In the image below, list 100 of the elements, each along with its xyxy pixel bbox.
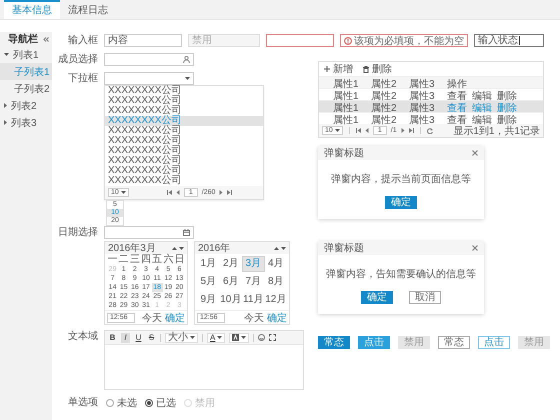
action-link[interactable]: 删除 (497, 113, 517, 127)
input-field[interactable]: 输入状态 (474, 34, 544, 47)
radio-option[interactable]: 已选 (145, 396, 176, 410)
month-cell[interactable]: 11月 (242, 292, 264, 308)
fullscreen-icon[interactable] (269, 334, 276, 341)
table-row[interactable]: 属性1 属性2 属性3 查看 编辑 删除 (319, 100, 543, 112)
table-cell-text: 属性2 (371, 114, 398, 126)
first-page-icon[interactable] (356, 128, 361, 133)
action-button[interactable]: 常态 (438, 336, 470, 349)
bold-button[interactable]: B (108, 332, 117, 342)
dropdown-option[interactable]: XXXXXXXX公司 (105, 96, 263, 106)
field-label: 输入框 (67, 34, 98, 47)
font-color-button[interactable]: A (207, 332, 226, 342)
previous-page-icon[interactable] (176, 190, 180, 195)
dialog-button[interactable]: 取消 (409, 291, 441, 304)
dropdown-option[interactable]: XXXXXXXX公司 (105, 126, 263, 136)
today-link[interactable]: 今天 (142, 310, 162, 324)
underline-button[interactable]: U (134, 332, 143, 342)
caret-up-icon[interactable] (172, 246, 177, 250)
close-icon[interactable] (472, 150, 478, 156)
tab[interactable]: 基本信息 (4, 0, 60, 19)
field-label: 单选项 (67, 396, 98, 409)
month-cell[interactable]: 12月 (264, 292, 287, 308)
action-link[interactable]: 删除 (497, 89, 517, 103)
dropdown-option[interactable]: XXXXXXXX公司 (105, 106, 263, 116)
weekday-label: 一 (107, 254, 118, 265)
tab[interactable]: 流程日志 (60, 0, 116, 19)
dialog-message: 弹窗内容，提示当前页面信息等 (330, 172, 472, 187)
caret-down-icon (217, 336, 222, 339)
previous-page-icon[interactable] (364, 128, 369, 133)
column-header: 操作 (447, 78, 468, 90)
radio-option[interactable]: 未选 (106, 396, 137, 410)
month-cell[interactable]: 2月 (220, 256, 242, 272)
action-link[interactable]: 查看 (447, 89, 467, 103)
table-cell-text: 属性2 (371, 102, 398, 114)
month-cell[interactable]: 8月 (264, 274, 287, 290)
dialog-button[interactable]: 确定 (385, 196, 417, 209)
sidebar-item[interactable]: 列表2 (0, 97, 52, 114)
caret-down-icon (241, 336, 246, 339)
month-cell[interactable]: 9月 (197, 292, 220, 308)
strike-button[interactable]: S (147, 332, 156, 342)
date-field[interactable] (104, 226, 194, 239)
delete-button[interactable]: 删除 (363, 62, 392, 76)
sidebar-item[interactable]: 子列表2 (0, 80, 52, 97)
radio-option: 禁用 (184, 396, 215, 410)
collapse-icon[interactable] (43, 36, 49, 42)
dropdown-option[interactable]: XXXXXXXX公司 (105, 176, 263, 186)
first-page-icon[interactable] (166, 190, 172, 195)
dropdown-option[interactable]: XXXXXXXX公司 (105, 86, 263, 96)
action-link[interactable]: 编辑 (472, 113, 492, 127)
month-cell[interactable]: 5月 (197, 274, 220, 290)
weekday-label: 四 (140, 254, 152, 265)
warning-icon (344, 36, 352, 44)
sidebar-title: 导航栏 (8, 32, 38, 46)
caret-up-icon[interactable] (274, 246, 279, 250)
caret-down-icon (334, 129, 340, 132)
month-cell[interactable]: 7月 (242, 274, 264, 290)
month-cell[interactable]: 1月 (197, 256, 220, 272)
month-cell[interactable]: 10月 (220, 292, 242, 308)
next-page-icon[interactable] (400, 128, 405, 133)
dropdown-option[interactable]: XXXXXXXX公司 (105, 146, 263, 156)
italic-button[interactable]: I (121, 332, 130, 342)
page-summary: 显示1到1，共1记录 (453, 124, 540, 138)
month-cell[interactable]: 4月 (264, 256, 287, 272)
action-link[interactable]: 查看 (447, 113, 467, 127)
table-cell-text: 属性1 (333, 114, 360, 127)
caret-down-icon (4, 53, 9, 56)
last-page-icon[interactable] (227, 190, 232, 195)
action-button[interactable]: 点击 (478, 336, 510, 349)
today-link[interactable]: 今天 (244, 310, 264, 324)
refresh-icon[interactable] (426, 128, 433, 134)
close-icon[interactable] (472, 245, 478, 251)
font-size-select[interactable]: 大小 (165, 332, 198, 342)
table-cell-text: 属性1 (333, 90, 360, 102)
table-cell-text: 属性2 (371, 90, 398, 102)
member-field[interactable] (104, 53, 194, 66)
sidebar-item[interactable]: 列表3 (0, 114, 52, 131)
next-page-icon[interactable] (219, 190, 224, 195)
action-button[interactable]: 常态 (318, 336, 350, 349)
input-field[interactable] (266, 34, 334, 47)
dropdown-option[interactable]: XXXXXXXX公司 (105, 156, 263, 166)
dropdown-option[interactable]: XXXXXXXX公司 (105, 136, 263, 146)
add-button[interactable]: 新增 (324, 62, 353, 76)
weekday-label: 二 (118, 254, 130, 265)
select-field[interactable] (104, 72, 194, 85)
input-field[interactable]: 内容 (104, 34, 182, 47)
column-header: 属性3 (409, 78, 436, 90)
table-cell-text: 属性3 (409, 102, 436, 114)
confirm-link[interactable]: 确定 (267, 310, 287, 324)
dialog-button[interactable]: 确定 (361, 291, 393, 304)
action-link[interactable]: 编辑 (472, 89, 492, 103)
weekday-label: 日 (174, 254, 185, 265)
last-page-icon[interactable] (408, 128, 414, 133)
field-label: 下拉框 (67, 72, 98, 85)
highlight-button[interactable] (229, 332, 250, 342)
sidebar-item[interactable]: 列表1 (0, 46, 52, 63)
month-cell[interactable]: 6月 (220, 274, 242, 290)
dropdown-option[interactable]: XXXXXXXX公司 (105, 166, 263, 176)
confirm-link[interactable]: 确定 (165, 310, 185, 324)
smiley-icon[interactable] (258, 334, 266, 341)
